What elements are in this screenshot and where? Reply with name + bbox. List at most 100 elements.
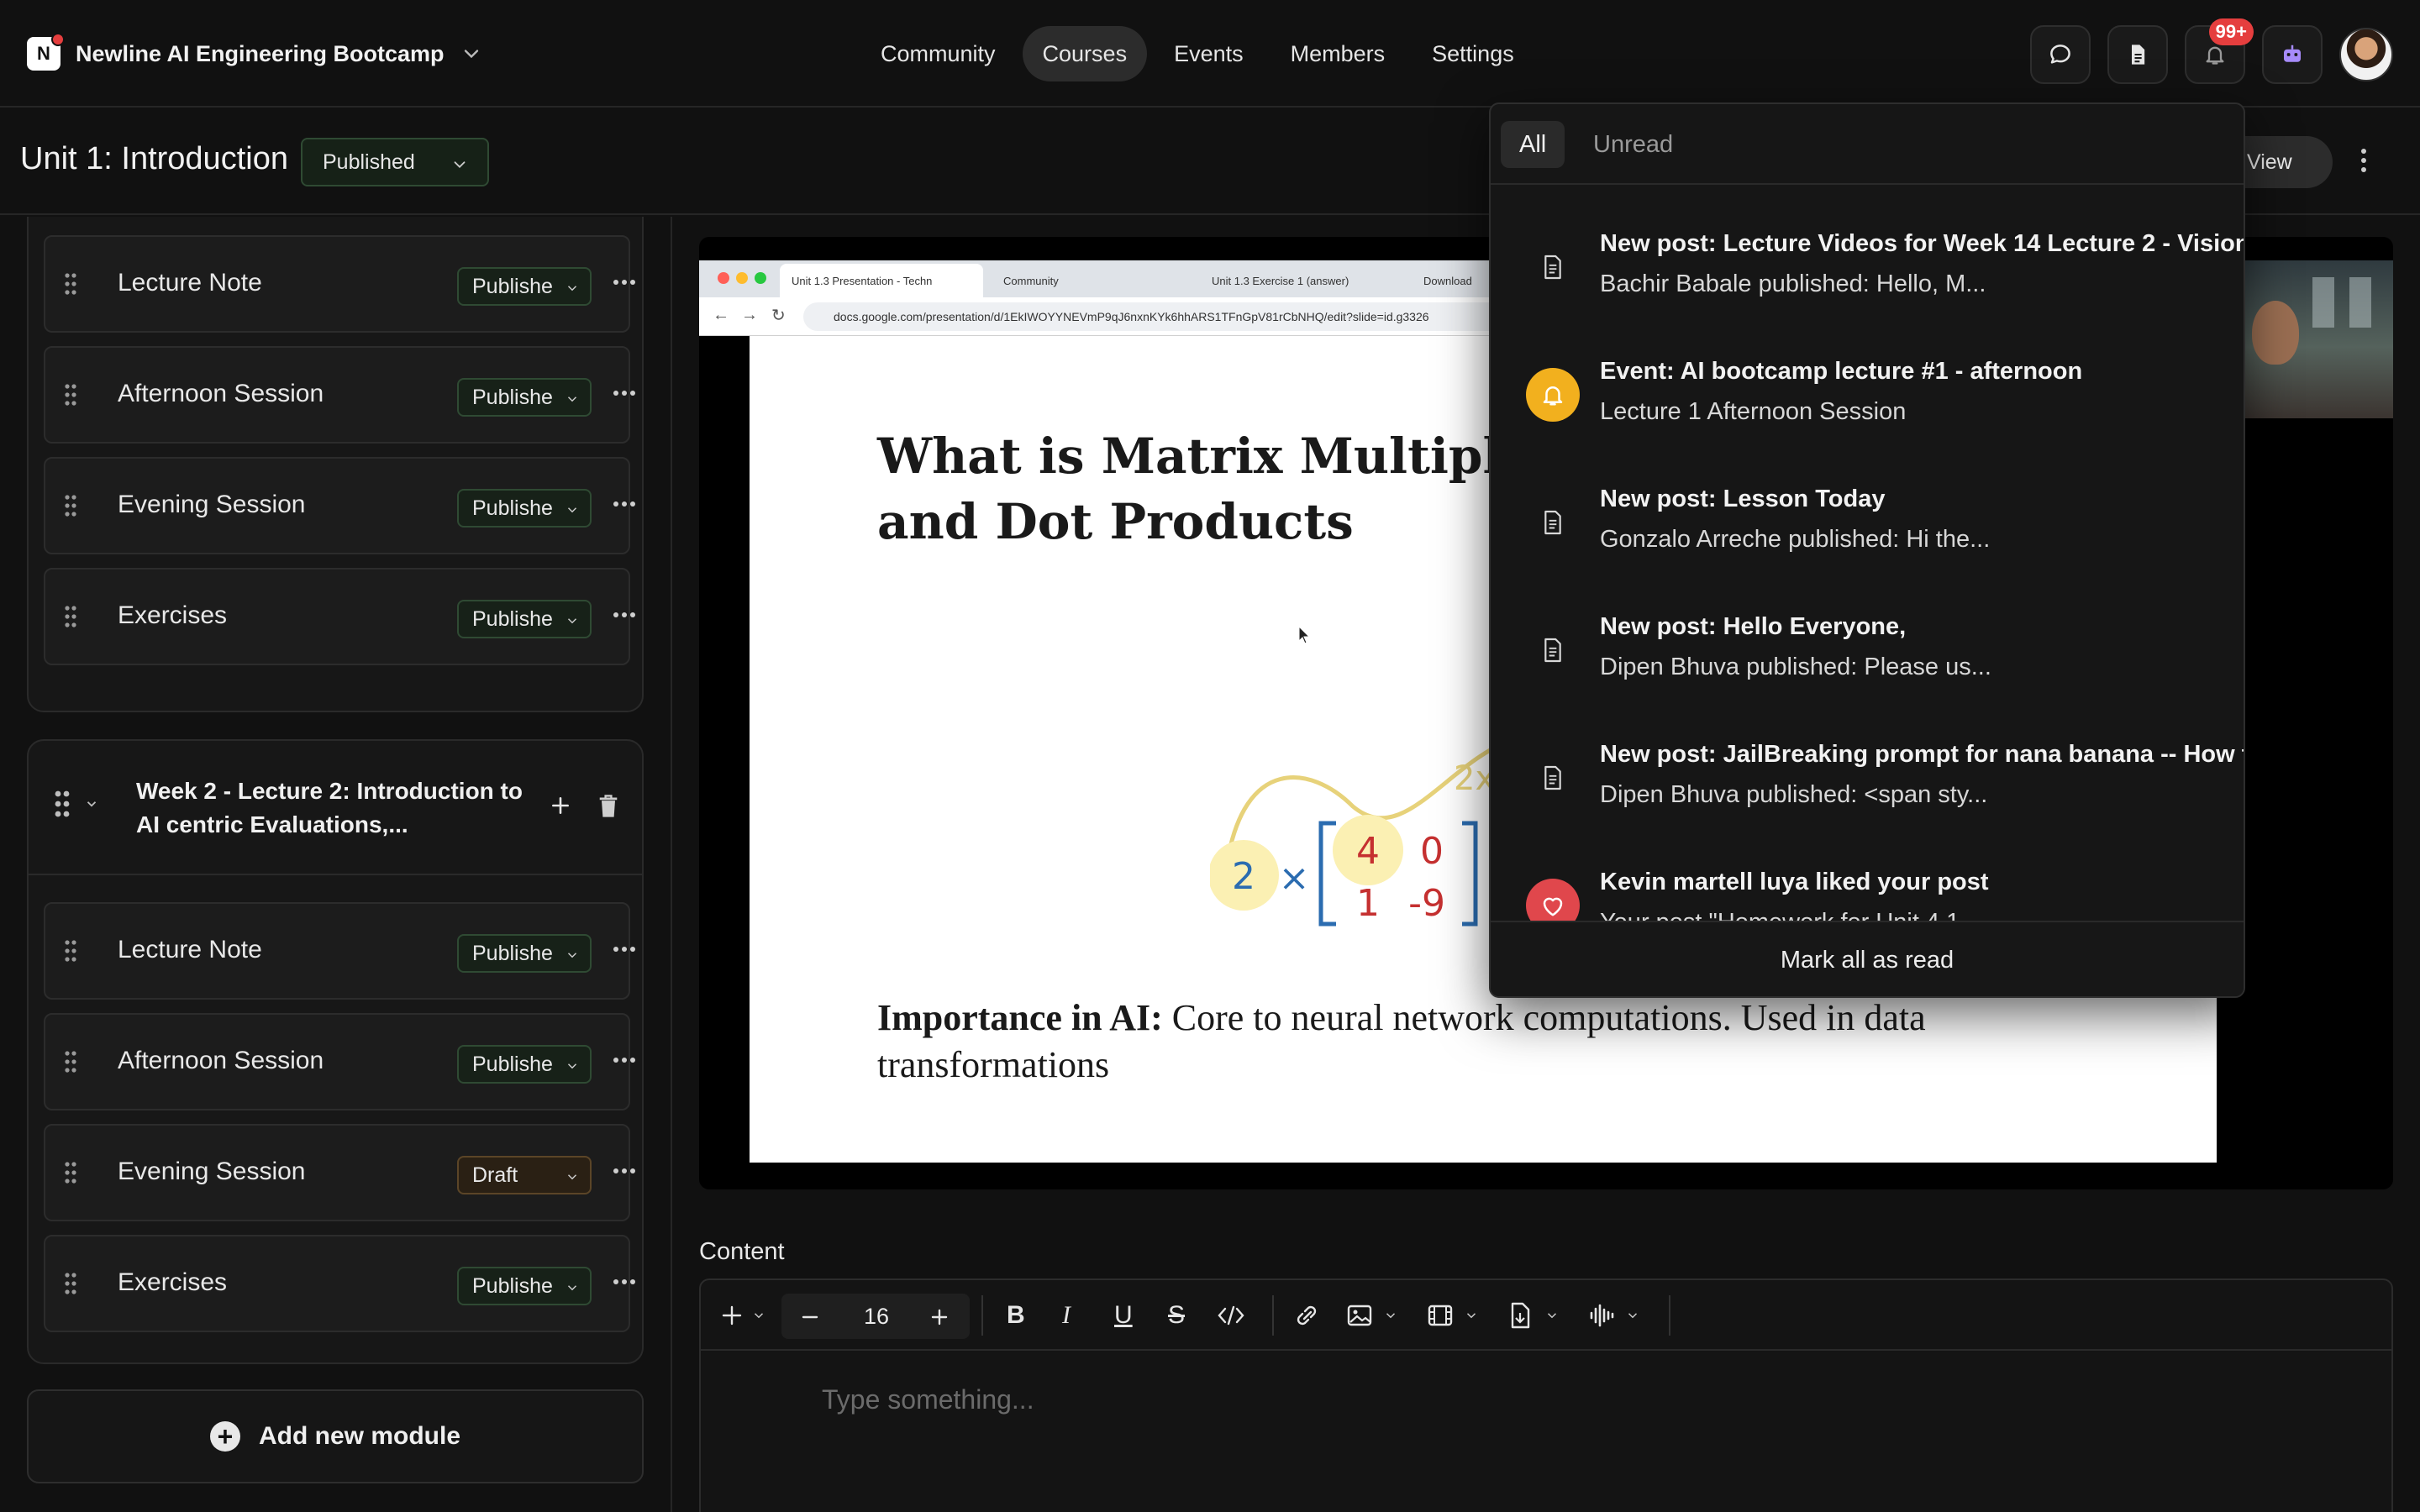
nav-events[interactable]: Events: [1154, 26, 1264, 81]
increase-font-icon[interactable]: [929, 1307, 950, 1327]
messages-button[interactable]: [2030, 25, 2091, 84]
chevron-down-icon[interactable]: [1383, 1299, 1398, 1332]
chevron-down-icon: [567, 953, 577, 958]
mark-all-read-button[interactable]: Mark all as read: [1491, 921, 2244, 996]
matrix-cell: 1: [1356, 882, 1380, 925]
decrease-font-icon[interactable]: [800, 1307, 820, 1327]
file-attachment-icon[interactable]: [1507, 1299, 1533, 1332]
drag-handle-icon[interactable]: [64, 383, 77, 407]
chevron-down-icon[interactable]: [1544, 1299, 1560, 1332]
notification-count-badge: 99+: [2208, 18, 2254, 45]
notification-item[interactable]: New post: Lesson Today Gonzalo Arreche p…: [1491, 460, 2244, 588]
tab-unread[interactable]: Unread: [1575, 121, 1691, 168]
lesson-status-select[interactable]: Publishe: [457, 1267, 592, 1305]
nav-courses[interactable]: Courses: [1022, 26, 1148, 81]
lesson-status-value: Draft: [472, 1163, 518, 1187]
code-icon[interactable]: [1217, 1299, 1245, 1332]
more-horizontal-icon[interactable]: [613, 501, 635, 507]
more-horizontal-icon[interactable]: [613, 612, 635, 618]
lesson-status-value: Publishe: [472, 606, 553, 631]
more-horizontal-icon[interactable]: [613, 946, 635, 953]
lesson-row[interactable]: Lecture Note Publishe: [44, 902, 635, 1000]
strikethrough-icon[interactable]: S: [1168, 1299, 1185, 1332]
chevron-down-icon[interactable]: [1464, 1299, 1479, 1332]
underline-icon[interactable]: U: [1114, 1299, 1133, 1332]
workspace-switcher[interactable]: N Newline AI Engineering Bootcamp: [27, 33, 483, 74]
webcam-background: [2312, 277, 2334, 328]
chevron-down-icon[interactable]: [84, 796, 99, 811]
content-text-area[interactable]: Type something...: [822, 1384, 1034, 1415]
lesson-row[interactable]: Evening Session Draft: [44, 1124, 635, 1221]
drag-handle-icon[interactable]: [64, 939, 77, 963]
link-icon[interactable]: [1292, 1299, 1321, 1332]
top-navigation: N Newline AI Engineering Bootcamp Commun…: [0, 0, 2420, 108]
insert-plus-icon[interactable]: [721, 1299, 743, 1332]
more-horizontal-icon[interactable]: [613, 1057, 635, 1063]
drag-handle-icon[interactable]: [64, 494, 77, 517]
chevron-down-icon[interactable]: [751, 1299, 766, 1332]
image-icon[interactable]: [1346, 1299, 1373, 1332]
document-icon: [2132, 45, 2145, 65]
lesson-status-value: Publishe: [472, 496, 553, 520]
lesson-row[interactable]: Exercises Publishe: [44, 1235, 635, 1332]
more-horizontal-icon[interactable]: [613, 1168, 635, 1174]
add-module-button[interactable]: + Add new module: [27, 1389, 644, 1483]
more-options-icon[interactable]: [2360, 148, 2368, 173]
lesson-status-select[interactable]: Publishe: [457, 267, 592, 306]
notification-item[interactable]: New post: JailBreaking prompt for nana b…: [1491, 716, 2244, 843]
nav-members[interactable]: Members: [1270, 26, 1406, 81]
lesson-row[interactable]: Lecture Note Publishe: [44, 235, 635, 333]
lesson-status-select[interactable]: Publishe: [457, 489, 592, 528]
drag-handle-icon[interactable]: [54, 790, 71, 818]
chat-bubble-icon: [2050, 45, 2070, 64]
more-horizontal-icon[interactable]: [613, 1278, 635, 1285]
italic-icon[interactable]: I: [1062, 1299, 1071, 1332]
notification-title: New post: Hello Everyone,: [1600, 613, 1907, 640]
notification-item[interactable]: New post: Hello Everyone, Dipen Bhuva pu…: [1491, 588, 2244, 716]
lesson-status-select[interactable]: Publishe: [457, 600, 592, 638]
module-title[interactable]: Week 2 - Lecture 2: Introduction to AI c…: [136, 774, 523, 842]
drag-handle-icon[interactable]: [64, 1272, 77, 1295]
slide-body: Importance in AI: Core to neural network…: [877, 995, 2138, 1089]
trash-icon[interactable]: [597, 793, 620, 820]
notifications-button[interactable]: 99+: [2185, 18, 2254, 84]
editor-toolbar: 16 B I U S: [701, 1280, 2391, 1351]
lesson-row[interactable]: Evening Session Publishe: [44, 457, 635, 554]
documents-button[interactable]: [2107, 25, 2168, 84]
chevron-down-icon[interactable]: [1625, 1299, 1640, 1332]
plus-icon[interactable]: [550, 795, 571, 816]
drag-handle-icon[interactable]: [64, 272, 77, 296]
drag-handle-icon[interactable]: [64, 1050, 77, 1074]
more-horizontal-icon[interactable]: [613, 390, 635, 396]
tab-all[interactable]: All: [1501, 121, 1565, 168]
chevron-down-icon: [567, 286, 577, 291]
font-size-input[interactable]: 16: [864, 1304, 889, 1330]
notification-title: New post: Lesson Today: [1600, 486, 1886, 512]
ai-assistant-button[interactable]: [2262, 25, 2323, 84]
lesson-status-value: Publishe: [472, 274, 553, 298]
notification-item[interactable]: New post: Lecture Videos for Week 14 Lec…: [1491, 205, 2244, 333]
lesson-row[interactable]: Afternoon Session Publishe: [44, 346, 635, 444]
lesson-title: Afternoon Session: [118, 380, 324, 407]
nav-community[interactable]: Community: [860, 26, 1016, 81]
notification-item[interactable]: Event: AI bootcamp lecture #1 - afternoo…: [1491, 333, 2244, 460]
unit-status-select[interactable]: Published: [301, 138, 489, 186]
unit-status-value: Published: [323, 150, 415, 174]
lesson-status-select[interactable]: Draft: [457, 1156, 592, 1194]
bold-icon[interactable]: B: [1007, 1299, 1025, 1332]
lesson-row[interactable]: Afternoon Session Publishe: [44, 1013, 635, 1110]
audio-waveform-icon[interactable]: [1588, 1299, 1615, 1332]
lesson-status-select[interactable]: Publishe: [457, 1045, 592, 1084]
nav-settings[interactable]: Settings: [1412, 26, 1534, 81]
more-horizontal-icon[interactable]: [613, 279, 635, 286]
lesson-status-select[interactable]: Publishe: [457, 934, 592, 973]
drag-handle-icon[interactable]: [64, 1161, 77, 1184]
chevron-down-icon: [567, 618, 577, 624]
notification-title: New post: Lecture Videos for Week 14 Lec…: [1600, 230, 2245, 257]
lesson-row[interactable]: Exercises Publishe: [44, 568, 635, 665]
lesson-status-select[interactable]: Publishe: [457, 378, 592, 417]
video-icon[interactable]: [1427, 1299, 1454, 1332]
drag-handle-icon[interactable]: [64, 605, 77, 628]
page-title: Unit 1: Introduction: [20, 141, 288, 176]
user-avatar[interactable]: [2339, 28, 2393, 81]
